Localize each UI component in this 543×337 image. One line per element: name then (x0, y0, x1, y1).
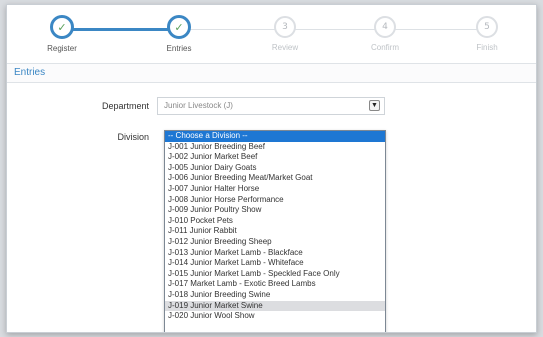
wizard-step-label: Confirm (370, 43, 399, 52)
division-option[interactable]: J-008 Junior Horse Performance (165, 195, 385, 206)
step-number: 4 (374, 16, 396, 38)
division-option[interactable]: J-006 Junior Breeding Meat/Market Goat (165, 173, 385, 184)
division-option[interactable]: J-019 Junior Market Swine (165, 300, 385, 312)
division-option[interactable]: J-005 Junior Dairy Goats (165, 163, 385, 174)
department-label: Department (101, 101, 149, 111)
wizard-step-finish: 5 Finish (442, 15, 532, 52)
wizard-step-confirm: 4 Confirm (340, 15, 430, 52)
division-option[interactable]: J-013 Junior Market Lamb - Blackface (165, 248, 385, 259)
division-option[interactable]: J-007 Junior Halter Horse (165, 184, 385, 195)
division-option[interactable]: J-014 Junior Market Lamb - Whiteface (165, 258, 385, 269)
division-option[interactable]: J-009 Junior Poultry Show (165, 205, 385, 216)
division-option-placeholder[interactable]: -- Choose a Division -- (165, 131, 385, 142)
chevron-down-icon[interactable]: ▼ (369, 100, 380, 111)
step-number: 3 (274, 16, 296, 38)
division-option[interactable]: J-015 Junior Market Lamb - Speckled Face… (165, 269, 385, 280)
wizard-step-label: Register (47, 44, 77, 53)
section-title: Entries (7, 63, 536, 83)
wizard-progress: ✓ Register ✓ Entries 3 Review 4 Confirm … (7, 5, 536, 61)
progress-track-remaining (186, 29, 486, 30)
department-value: Junior Livestock (J) (164, 101, 233, 110)
division-option[interactable]: J-011 Junior Rabbit (165, 226, 385, 237)
division-option[interactable]: J-018 Junior Breeding Swine (165, 290, 385, 301)
wizard-step-label: Review (271, 43, 299, 52)
division-option[interactable]: J-020 Junior Wool Show (165, 311, 385, 322)
wizard-step-label: Finish (476, 43, 498, 52)
division-option[interactable]: J-002 Junior Market Beef (165, 152, 385, 163)
check-icon: ✓ (50, 15, 74, 39)
wizard-step-review: 3 Review (240, 15, 330, 52)
division-dropdown-list[interactable]: -- Choose a Division -- J-001 Junior Bree… (164, 130, 386, 332)
department-select[interactable]: Junior Livestock (J) ▼ (157, 97, 385, 115)
step-number: 5 (476, 16, 498, 38)
division-label: Division (117, 132, 149, 142)
division-option[interactable]: J-010 Pocket Pets (165, 216, 385, 227)
wizard-step-label: Entries (166, 44, 192, 53)
wizard-step-register[interactable]: ✓ Register (17, 15, 107, 53)
wizard-step-entries[interactable]: ✓ Entries (134, 15, 224, 53)
division-option[interactable]: J-012 Junior Breeding Sheep (165, 237, 385, 248)
registration-window: ✓ Register ✓ Entries 3 Review 4 Confirm … (6, 4, 537, 333)
division-option[interactable]: J-017 Market Lamb - Exotic Breed Lambs (165, 279, 385, 290)
division-option[interactable]: J-001 Junior Breeding Beef (165, 142, 385, 153)
check-icon: ✓ (167, 15, 191, 39)
